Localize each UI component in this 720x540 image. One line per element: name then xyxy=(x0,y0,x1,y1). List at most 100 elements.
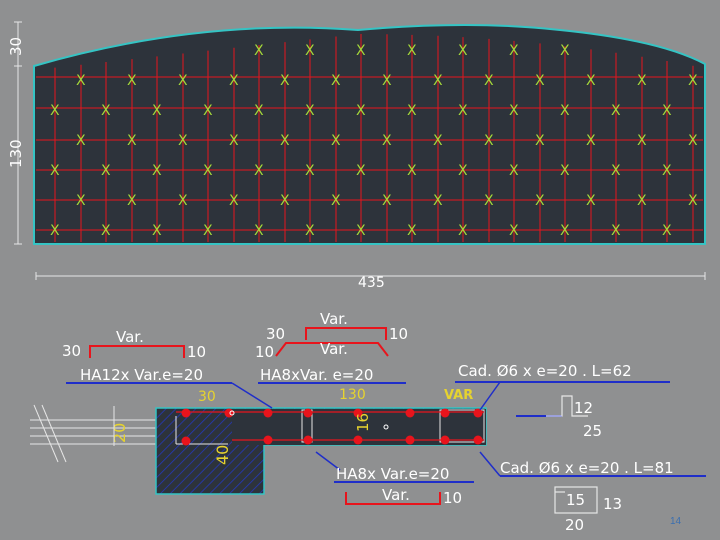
rebar-cross-mark: X xyxy=(280,73,290,89)
plan-dim-30: 30 xyxy=(7,37,25,56)
section-dim-20: 20 xyxy=(110,423,129,443)
rebar-cross-mark: X xyxy=(637,193,647,209)
stirrup-top-caption: Cad. Ø6 x e=20 . L=62 xyxy=(458,362,632,380)
rebar-cross-mark: X xyxy=(76,73,86,89)
rebar-cross-mark: X xyxy=(484,193,494,209)
rebar-cross-mark: X xyxy=(331,133,341,149)
rebar-cross-mark: X xyxy=(560,43,570,59)
rebar-dot xyxy=(405,408,415,418)
rebar-cross-mark: X xyxy=(560,163,570,179)
rebar-cross-mark: X xyxy=(50,163,60,179)
rebar-cross-mark: X xyxy=(101,103,111,119)
rebar-cross-mark: X xyxy=(433,73,443,89)
rebar-cross-mark: X xyxy=(662,223,672,239)
rebar-cross-mark: X xyxy=(254,103,264,119)
plan-dim-130: 130 xyxy=(7,139,25,168)
rebar-cross-mark: X xyxy=(382,133,392,149)
ha12-var-label: Var. xyxy=(116,328,144,346)
rebar-cross-mark: X xyxy=(76,193,86,209)
section-view: 30 130 VAR 20 40 16 Var. 30 10 HA12x Var… xyxy=(30,310,706,534)
rebar-cross-mark: X xyxy=(76,133,86,149)
rebar-cross-mark: X xyxy=(127,193,137,209)
rebar-cross-mark: X xyxy=(254,43,264,59)
rebar-dot xyxy=(303,435,313,445)
rebar-cross-mark: X xyxy=(152,223,162,239)
rebar-cross-mark: X xyxy=(356,103,366,119)
rebar-cross-mark: X xyxy=(331,73,341,89)
ha8-top-caption: HA8xVar. e=20 xyxy=(260,366,373,384)
rebar-cross-mark: X xyxy=(458,223,468,239)
rebar-dot xyxy=(181,436,191,446)
rebar-cross-mark: X xyxy=(305,223,315,239)
rebar-dot xyxy=(263,408,273,418)
rebar-cross-mark: X xyxy=(356,43,366,59)
rebar-cross-mark: X xyxy=(305,103,315,119)
rebar-cross-mark: X xyxy=(586,193,596,209)
rebar-cross-mark: X xyxy=(407,163,417,179)
section-dim-40: 40 xyxy=(213,445,232,465)
rebar-cross-mark: X xyxy=(254,163,264,179)
rebar-dot xyxy=(353,435,363,445)
rebar-cross-mark: X xyxy=(356,163,366,179)
rebar-cross-mark: X xyxy=(611,163,621,179)
drawing-stage: XXXXXXXXXXXXXXXXXXXXXXXXXXXXXXXXXXXXXXXX… xyxy=(0,0,720,540)
rebar-cross-mark: X xyxy=(280,193,290,209)
stirrup-shape-top xyxy=(455,381,670,417)
rebar-cross-mark: X xyxy=(611,223,621,239)
rebar-cross-mark: X xyxy=(637,133,647,149)
stirrup-bottom-caption: Cad. Ø6 x e=20 . L=81 xyxy=(500,459,674,477)
ha8-bottom-leg: 10 xyxy=(443,489,462,507)
rebar-dot xyxy=(263,435,273,445)
rebar-cross-mark: X xyxy=(560,223,570,239)
ha12-caption: HA12x Var.e=20 xyxy=(80,366,203,384)
rebar-cross-mark: X xyxy=(407,223,417,239)
rebar-cross-mark: X xyxy=(50,223,60,239)
rebar-cross-mark: X xyxy=(637,73,647,89)
ha8-top-left-leg: 30 xyxy=(266,325,285,343)
stirrup-bottom-h: 15 xyxy=(566,491,585,509)
rebar-cross-mark: X xyxy=(229,73,239,89)
section-dim-130: 130 xyxy=(339,387,366,403)
rebar-cross-mark: X xyxy=(305,43,315,59)
rebar-cross-mark: X xyxy=(254,223,264,239)
rebar-cross-mark: X xyxy=(688,133,698,149)
rebar-dot xyxy=(440,435,450,445)
plan-dim-435: 435 xyxy=(358,275,385,291)
drawing-canvas: X X X X X X XX X X X X X X X X X X X XX X X X X X X X X X X X XX X X X X X X… xyxy=(7,21,706,534)
rebar-cross-mark: X xyxy=(458,103,468,119)
ha8-bottom-var-label: Var. xyxy=(320,340,348,358)
rebar-cross-mark: X xyxy=(127,73,137,89)
stirrup-top-w: 25 xyxy=(583,422,602,440)
rebar-cross-mark: X xyxy=(229,133,239,149)
rebar-cross-mark: X xyxy=(356,223,366,239)
ha8-bottom-left-leg: 10 xyxy=(255,343,274,361)
rebar-cross-mark: X xyxy=(203,103,213,119)
rebar-cross-mark: X xyxy=(484,73,494,89)
rebar-cross-mark: X xyxy=(458,163,468,179)
rebar-cross-mark: X xyxy=(382,193,392,209)
rebar-cross-mark: X xyxy=(535,133,545,149)
rebar-dot xyxy=(405,435,415,445)
rebar-cross-mark: X xyxy=(178,133,188,149)
rebar-dot xyxy=(224,408,234,418)
rebar-cross-mark: X xyxy=(127,133,137,149)
rebar-cross-mark: X xyxy=(152,103,162,119)
rebar-cross-mark: X xyxy=(229,193,239,209)
ha12-left-leg: 30 xyxy=(62,342,81,360)
rebar-dot xyxy=(440,408,450,418)
rebar-cross-mark: X xyxy=(611,103,621,119)
rebar-cross-mark: X xyxy=(101,163,111,179)
section-dim-16: 16 xyxy=(354,413,372,432)
rebar-cross-mark: X xyxy=(535,73,545,89)
rebar-cross-mark: X xyxy=(458,43,468,59)
rebar-cross-mark: X xyxy=(50,103,60,119)
rebar-cross-mark: X xyxy=(662,163,672,179)
rebar-cross-mark: X xyxy=(280,133,290,149)
rebar-cross-mark: X xyxy=(509,103,519,119)
rebar-dot xyxy=(473,408,483,418)
rebar-dot xyxy=(181,408,191,418)
stirrup-top-h: 12 xyxy=(574,399,593,417)
rebar-cross-mark: X xyxy=(688,193,698,209)
stirrup-bottom-side: 13 xyxy=(603,495,622,513)
rebar-cross-mark: X xyxy=(407,43,417,59)
